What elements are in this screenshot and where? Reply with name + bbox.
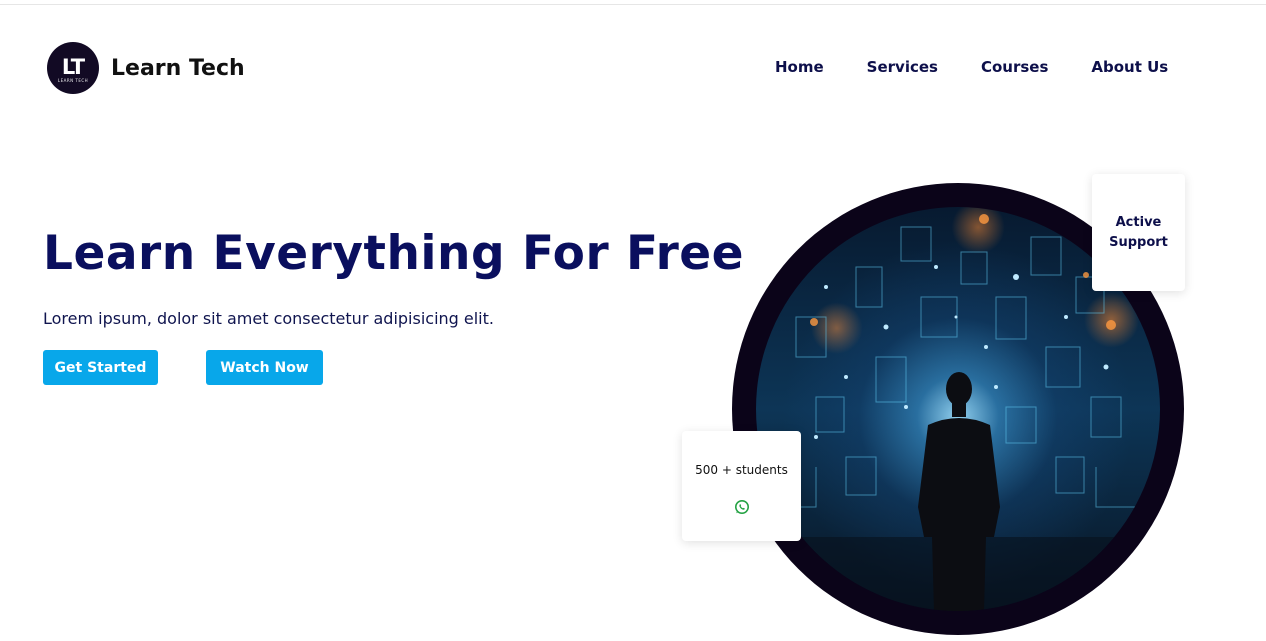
logo-initials: LT xyxy=(61,54,85,79)
logo-subtext: LEARN TECH xyxy=(57,77,89,83)
get-started-button[interactable]: Get Started xyxy=(43,350,158,385)
main-nav: Home Services Courses About Us xyxy=(775,58,1211,76)
top-divider xyxy=(0,4,1266,5)
whatsapp-icon[interactable] xyxy=(734,499,750,515)
logo-badge: LT LEARN TECH xyxy=(47,42,99,94)
students-count: 500 + students xyxy=(695,463,788,477)
nav-courses[interactable]: Courses xyxy=(981,58,1048,76)
hero-subtitle: Lorem ipsum, dolor sit amet consectetur … xyxy=(43,309,494,328)
nav-about-us[interactable]: About Us xyxy=(1091,58,1168,76)
active-support-card: Active Support xyxy=(1092,174,1185,291)
support-line-2: Support xyxy=(1109,234,1168,250)
nav-services[interactable]: Services xyxy=(867,58,938,76)
brand-name: Learn Tech xyxy=(111,55,245,81)
brand-logo[interactable]: LT LEARN TECH Learn Tech xyxy=(47,42,245,94)
hero-title: Learn Everything For Free xyxy=(43,226,745,281)
support-line-1: Active xyxy=(1115,214,1162,230)
watch-now-button[interactable]: Watch Now xyxy=(206,350,323,385)
nav-home[interactable]: Home xyxy=(775,58,824,76)
students-card: 500 + students xyxy=(682,431,801,541)
